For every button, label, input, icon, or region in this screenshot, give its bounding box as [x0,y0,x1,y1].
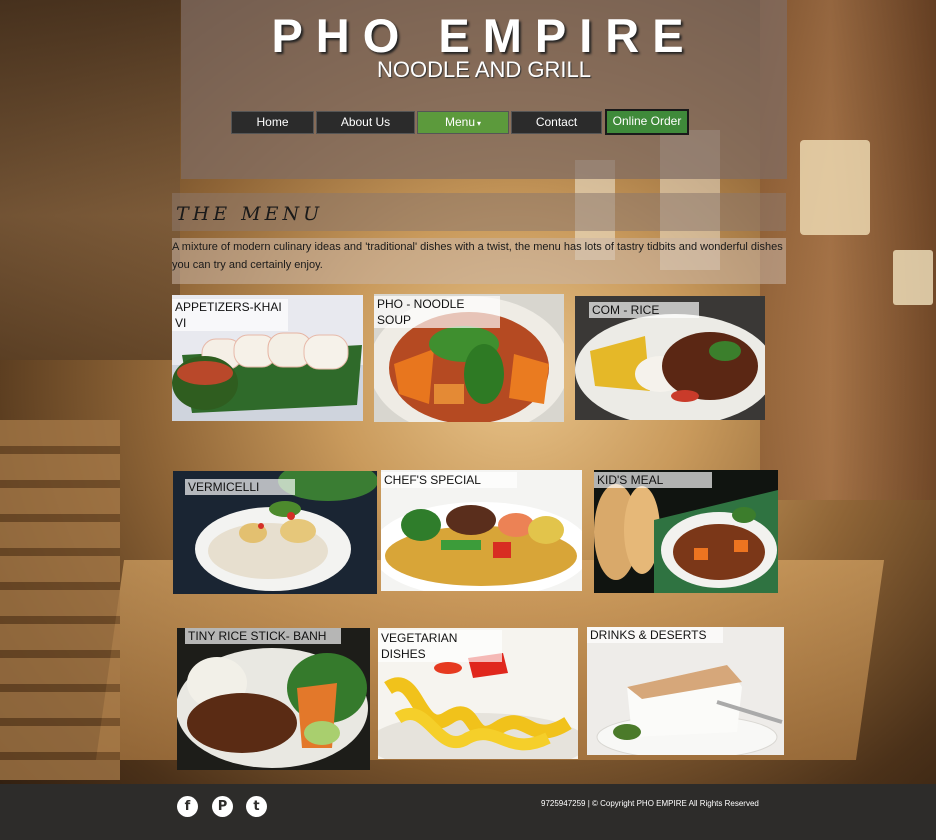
nav-contact[interactable]: Contact [511,111,602,134]
category-tile-chefs-special[interactable]: CHEF'S SPECIAL [381,470,582,591]
chevron-down-icon: ▾ [477,119,482,128]
menu-heading-bar: THE MENU [172,193,786,231]
category-tile-vegetarian[interactable]: VEGETARIAN DISHES [378,628,578,759]
chefs-special-photo [381,470,582,591]
copyright-text: 9725947259 | © Copyright PHO EMPIRE All … [541,799,759,808]
site-footer: f P t 9725947259 | © Copyright PHO EMPIR… [0,784,936,840]
nav-about-us[interactable]: About Us [316,111,415,134]
background-chair [0,420,120,780]
brand-title: PHO EMPIRE [271,9,697,62]
category-label: COM - RICE [589,302,699,318]
category-label: KID'S MEAL [594,472,712,488]
online-order-label: Online Order [612,114,682,128]
category-tile-rice[interactable]: COM - RICE [575,296,765,420]
site-header: PHO EMPIRE NOODLE AND GRILL Home About U… [181,0,787,179]
category-label: TINY RICE STICK- BANH [185,628,341,644]
category-label: PHO - NOODLE SOUP [374,296,500,328]
cake-dessert-photo [587,627,784,755]
nav-menu-label: Menu [444,115,475,129]
category-label: VERMICELLI [185,479,295,495]
category-tile-kids-meal[interactable]: KID'S MEAL [594,470,778,593]
category-tile-vermicelli[interactable]: VERMICELLI [173,471,377,594]
background-wall-left [0,0,180,360]
twitter-icon[interactable]: t [246,796,267,817]
category-tile-banh[interactable]: TINY RICE STICK- BANH [177,628,370,770]
nav-contact-label: Contact [535,115,578,129]
rice-stick-photo [177,628,370,770]
facebook-icon[interactable]: f [177,796,198,817]
nav-home[interactable]: Home [231,111,314,134]
category-label: VEGETARIAN DISHES [378,630,502,662]
category-tile-appetizers[interactable]: APPETIZERS-KHAI VI [172,295,363,421]
nav-menu[interactable]: Menu ▾ [417,111,509,134]
nav-home-label: Home [256,115,289,129]
online-order-button[interactable]: Online Order [605,109,689,135]
menu-heading: THE MENU [176,203,324,225]
category-tile-pho[interactable]: PHO - NOODLE SOUP [374,294,564,422]
brand-subtitle: NOODLE AND GRILL [377,57,591,82]
background-lamp [893,250,933,305]
menu-intro: A mixture of modern culinary ideas and '… [172,238,786,284]
category-label: DRINKS & DESERTS [587,627,723,643]
category-tile-drinks-deserts[interactable]: DRINKS & DESERTS [587,627,784,755]
nav-about-us-label: About Us [340,115,391,129]
pinterest-icon[interactable]: P [212,796,233,817]
background-lamp [800,140,870,235]
kids-meal-photo [594,470,778,593]
category-label: CHEF'S SPECIAL [381,472,517,488]
category-label: APPETIZERS-KHAI VI [172,299,288,331]
